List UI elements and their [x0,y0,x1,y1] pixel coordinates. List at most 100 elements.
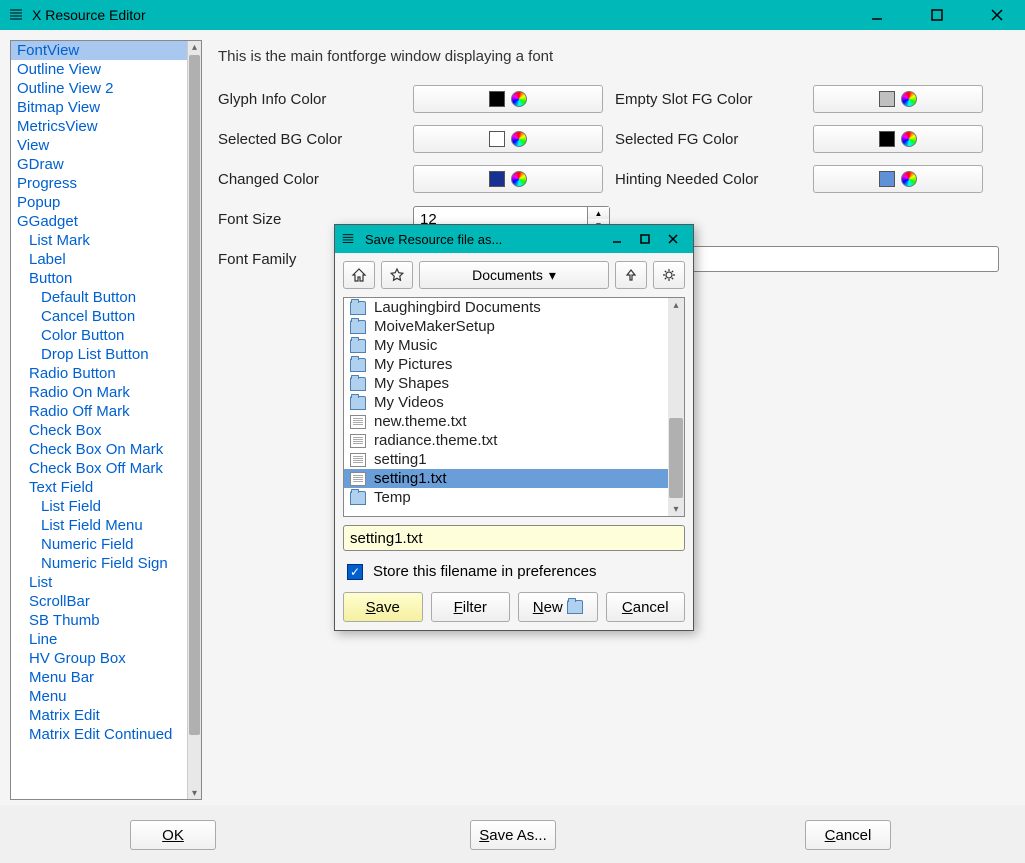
dialog-minimize-button[interactable] [603,225,631,253]
sidebar-item[interactable]: View [11,136,187,155]
minimize-button[interactable] [857,0,897,30]
sidebar-item[interactable]: Popup [11,193,187,212]
file-item[interactable]: My Shapes [344,374,668,393]
sidebar-item[interactable]: GDraw [11,155,187,174]
sidebar-item[interactable]: Check Box [11,421,187,440]
sidebar-item[interactable]: HV Group Box [11,649,187,668]
scroll-up-arrow-icon[interactable]: ▴ [188,41,201,53]
sidebar-item[interactable]: Cancel Button [11,307,187,326]
save-as-button[interactable]: Save As... [470,820,556,850]
home-button[interactable] [343,261,375,289]
cancel-button[interactable]: Cancel [805,820,891,850]
folder-icon [350,339,366,353]
file-item[interactable]: My Music [344,336,668,355]
sidebar-item[interactable]: List Mark [11,231,187,250]
file-name: radiance.theme.txt [374,432,497,449]
color-picker-button[interactable] [413,85,603,113]
dialog-maximize-button[interactable] [631,225,659,253]
file-list-scrollbar[interactable]: ▴ ▾ [668,298,684,516]
ok-button[interactable]: OK [130,820,216,850]
file-name: My Pictures [374,356,452,373]
dialog-new-button[interactable]: New [518,592,598,622]
property-label: Selected BG Color [218,131,413,148]
sidebar-item[interactable]: Radio Off Mark [11,402,187,421]
sidebar-item[interactable]: MetricsView [11,117,187,136]
scrollbar-thumb[interactable] [189,55,200,735]
file-item[interactable]: setting1.txt [344,469,668,488]
file-item[interactable]: Laughingbird Documents [344,298,668,317]
folder-icon [350,320,366,334]
sidebar-item[interactable]: Check Box Off Mark [11,459,187,478]
maximize-button[interactable] [917,0,957,30]
sidebar-item[interactable]: Color Button [11,326,187,345]
sidebar-item[interactable]: Bitmap View [11,98,187,117]
scroll-down-arrow-icon[interactable]: ▾ [188,787,201,799]
color-picker-button[interactable] [813,125,983,153]
scroll-down-arrow-icon[interactable]: ▾ [668,502,684,516]
parent-dir-button[interactable] [615,261,647,289]
sidebar-item[interactable]: Outline View 2 [11,79,187,98]
filename-input[interactable] [343,525,685,551]
sidebar-item[interactable]: Menu [11,687,187,706]
color-picker-button[interactable] [413,125,603,153]
sidebar-item[interactable]: List Field [11,497,187,516]
file-item[interactable]: Temp [344,488,668,507]
file-item[interactable]: My Pictures [344,355,668,374]
sidebar-item[interactable]: Label [11,250,187,269]
file-item[interactable]: setting1 [344,450,668,469]
chevron-down-icon: ▾ [549,267,556,284]
sidebar-item[interactable]: Radio On Mark [11,383,187,402]
sidebar-item[interactable]: Menu Bar [11,668,187,687]
sidebar-item[interactable]: Radio Button [11,364,187,383]
sidebar-item[interactable]: Matrix Edit Continued [11,725,187,744]
sidebar-scrollbar[interactable]: ▴ ▾ [187,41,201,799]
file-name: new.theme.txt [374,413,467,430]
file-item[interactable]: MoiveMakerSetup [344,317,668,336]
spinner-up-icon[interactable]: ▲ [588,207,609,219]
property-label: Changed Color [218,171,413,188]
sidebar-item[interactable]: Check Box On Mark [11,440,187,459]
dialog-filter-button[interactable]: Filter [431,592,511,622]
sidebar-item[interactable]: List [11,573,187,592]
app-icon [8,7,24,23]
color-picker-button[interactable] [813,85,983,113]
sidebar-item[interactable]: GGadget [11,212,187,231]
close-button[interactable] [977,0,1017,30]
sidebar-item[interactable]: ScrollBar [11,592,187,611]
dialog-save-button[interactable]: Save [343,592,423,622]
file-item[interactable]: My Videos [344,393,668,412]
sidebar-item[interactable]: SB Thumb [11,611,187,630]
sidebar-item[interactable]: Drop List Button [11,345,187,364]
color-picker-button[interactable] [413,165,603,193]
file-name: My Shapes [374,375,449,392]
file-item[interactable]: radiance.theme.txt [344,431,668,450]
location-dropdown[interactable]: Documents ▾ [419,261,609,289]
dialog-cancel-button[interactable]: Cancel [606,592,686,622]
sidebar-item[interactable]: Numeric Field Sign [11,554,187,573]
scrollbar-thumb[interactable] [669,418,683,498]
sidebar-item[interactable]: Matrix Edit [11,706,187,725]
sidebar-item[interactable]: Text Field [11,478,187,497]
sidebar-item[interactable]: Button [11,269,187,288]
folder-icon [567,600,583,614]
sidebar-item[interactable]: Outline View [11,60,187,79]
sidebar-item[interactable]: Numeric Field [11,535,187,554]
document-icon [350,415,366,429]
category-tree[interactable]: FontViewOutline ViewOutline View 2Bitmap… [11,41,187,799]
sidebar-item[interactable]: Line [11,630,187,649]
sidebar-item[interactable]: Progress [11,174,187,193]
scroll-up-arrow-icon[interactable]: ▴ [668,298,684,312]
file-list[interactable]: Laughingbird DocumentsMoiveMakerSetupMy … [344,298,668,516]
store-preference-checkbox[interactable]: ✓ [347,564,363,580]
color-picker-button[interactable] [813,165,983,193]
dialog-close-button[interactable] [659,225,687,253]
file-item[interactable]: new.theme.txt [344,412,668,431]
settings-button[interactable] [653,261,685,289]
sidebar-item[interactable]: FontView [11,41,187,60]
bookmark-button[interactable] [381,261,413,289]
sidebar-item[interactable]: Default Button [11,288,187,307]
location-label: Documents [472,267,543,283]
home-icon [351,267,367,283]
sidebar-item[interactable]: List Field Menu [11,516,187,535]
folder-icon [350,396,366,410]
